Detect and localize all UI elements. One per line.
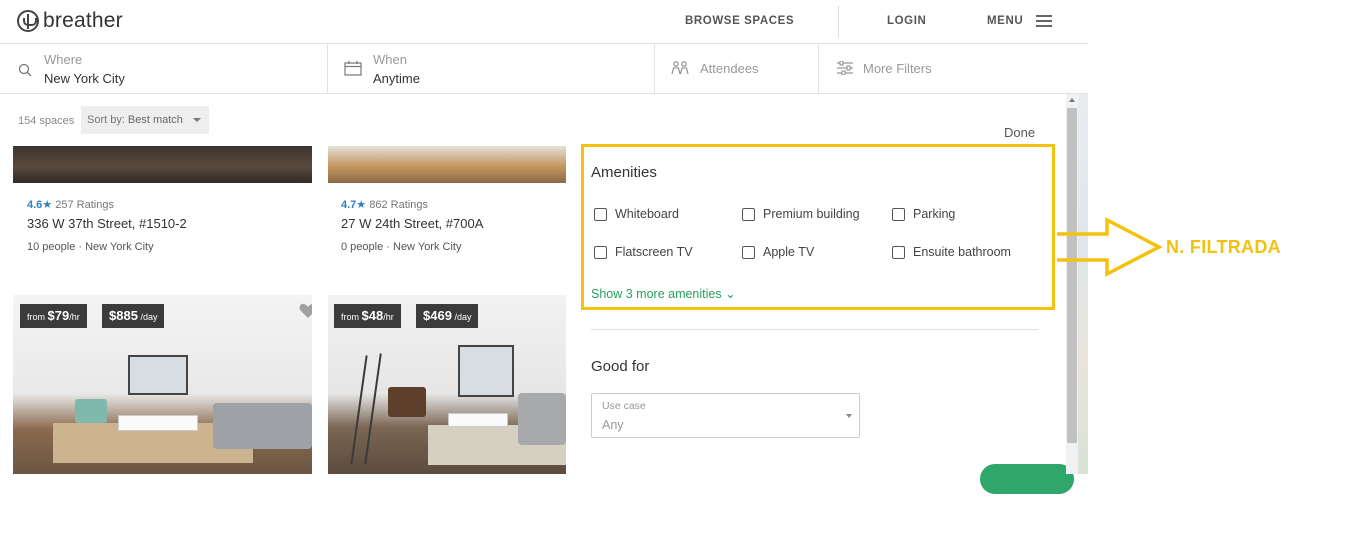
hourly-price-tag: from $79/hr [20, 304, 87, 328]
listing-photo[interactable] [328, 146, 566, 183]
capacity: 10 people [27, 241, 76, 253]
city: New York City [393, 241, 462, 253]
use-case-select[interactable]: Use case Any [591, 393, 860, 438]
browse-spaces-link[interactable]: BROWSE SPACES [685, 15, 794, 27]
apply-filters-button[interactable] [980, 464, 1074, 494]
map[interactable] [1078, 94, 1088, 474]
when-label: When [373, 52, 407, 67]
listing-address[interactable]: 27 W 24th Street, #700A [341, 216, 483, 231]
when-field[interactable]: When Anytime [328, 44, 655, 94]
listing-address[interactable]: 336 W 37th Street, #1510-2 [27, 216, 187, 231]
top-header: breather BROWSE SPACES LOGIN MENU [0, 0, 1088, 44]
menu-link[interactable]: MENU [987, 15, 1023, 27]
attendees-icon [671, 61, 689, 75]
armchair [388, 387, 426, 417]
sliders-icon [837, 61, 853, 75]
daily-price-tag: $885 /day [102, 304, 165, 328]
rating-count: 862 Ratings [369, 199, 428, 211]
capacity: 0 people [341, 241, 384, 253]
listing-meta: 10 people · New York City [27, 241, 154, 253]
annotation-arrow-icon [1057, 217, 1163, 277]
rating-count: 257 Ratings [55, 199, 114, 211]
section-divider [591, 329, 1038, 330]
coffee-table [118, 415, 198, 431]
search-icon [18, 63, 32, 77]
star-icon: ★ [42, 199, 53, 211]
window [458, 345, 514, 397]
window [128, 355, 188, 395]
annotation-highlight-box [581, 144, 1055, 310]
when-value: Anytime [373, 71, 420, 86]
caret-down-icon [846, 414, 852, 418]
use-case-label: Use case [602, 400, 646, 412]
calendar-icon [344, 61, 362, 76]
rating-score: 4.7 [341, 199, 357, 211]
tree-logo-icon [17, 10, 39, 32]
annotation-label: N. FILTRADA [1166, 237, 1281, 257]
sort-value: Best match [127, 114, 183, 126]
done-button[interactable]: Done [1004, 125, 1035, 140]
coffee-table [448, 413, 508, 427]
where-field[interactable]: Where New York City [0, 44, 328, 94]
where-value: New York City [44, 71, 125, 86]
more-filters-label: More Filters [863, 61, 932, 76]
good-for-heading: Good for [591, 358, 650, 375]
sort-label: Sort by: [87, 114, 125, 126]
city: New York City [85, 241, 154, 253]
armchair [75, 399, 107, 423]
result-count: 154 spaces [18, 115, 75, 127]
listing-meta: 0 people · New York City [341, 241, 462, 253]
sort-dropdown[interactable]: Sort by: Best match [81, 106, 209, 134]
daily-price-tag: $469 /day [416, 304, 479, 328]
nav-divider [838, 6, 839, 38]
sofa [213, 403, 312, 449]
brand-name: breather [43, 9, 123, 32]
use-case-value: Any [602, 418, 624, 432]
rating-score: 4.6 [27, 199, 43, 211]
scroll-up-arrow-icon[interactable] [1069, 98, 1075, 102]
attendees-label: Attendees [700, 61, 759, 76]
star-icon: ★ [356, 199, 367, 211]
search-bar: Where New York City When Anytime Attende… [0, 44, 1088, 94]
ladder-shelf [364, 353, 382, 465]
brand-logo[interactable]: breather [17, 9, 123, 33]
attendees-filter[interactable]: Attendees [655, 44, 819, 94]
listing-photo[interactable]: from $48/hr $469 /day [328, 295, 566, 474]
login-link[interactable]: LOGIN [887, 15, 926, 27]
listing-photo[interactable]: from $79/hr $885 /day [13, 295, 312, 474]
listing-panel: 154 spaces Sort by: Best match 4.6★ 257 R… [0, 94, 566, 474]
heart-icon[interactable] [299, 303, 312, 319]
caret-down-icon [193, 118, 201, 122]
rating: 4.6★ 257 Ratings [27, 198, 114, 211]
hamburger-icon[interactable] [1036, 15, 1052, 27]
rating: 4.7★ 862 Ratings [341, 198, 428, 211]
more-filters-button[interactable]: More Filters [819, 44, 1088, 94]
ladder-shelf [350, 355, 368, 465]
sofa [518, 393, 566, 445]
listing-photo[interactable] [13, 146, 312, 183]
hourly-price-tag: from $48/hr [334, 304, 401, 328]
where-label: Where [44, 52, 83, 67]
